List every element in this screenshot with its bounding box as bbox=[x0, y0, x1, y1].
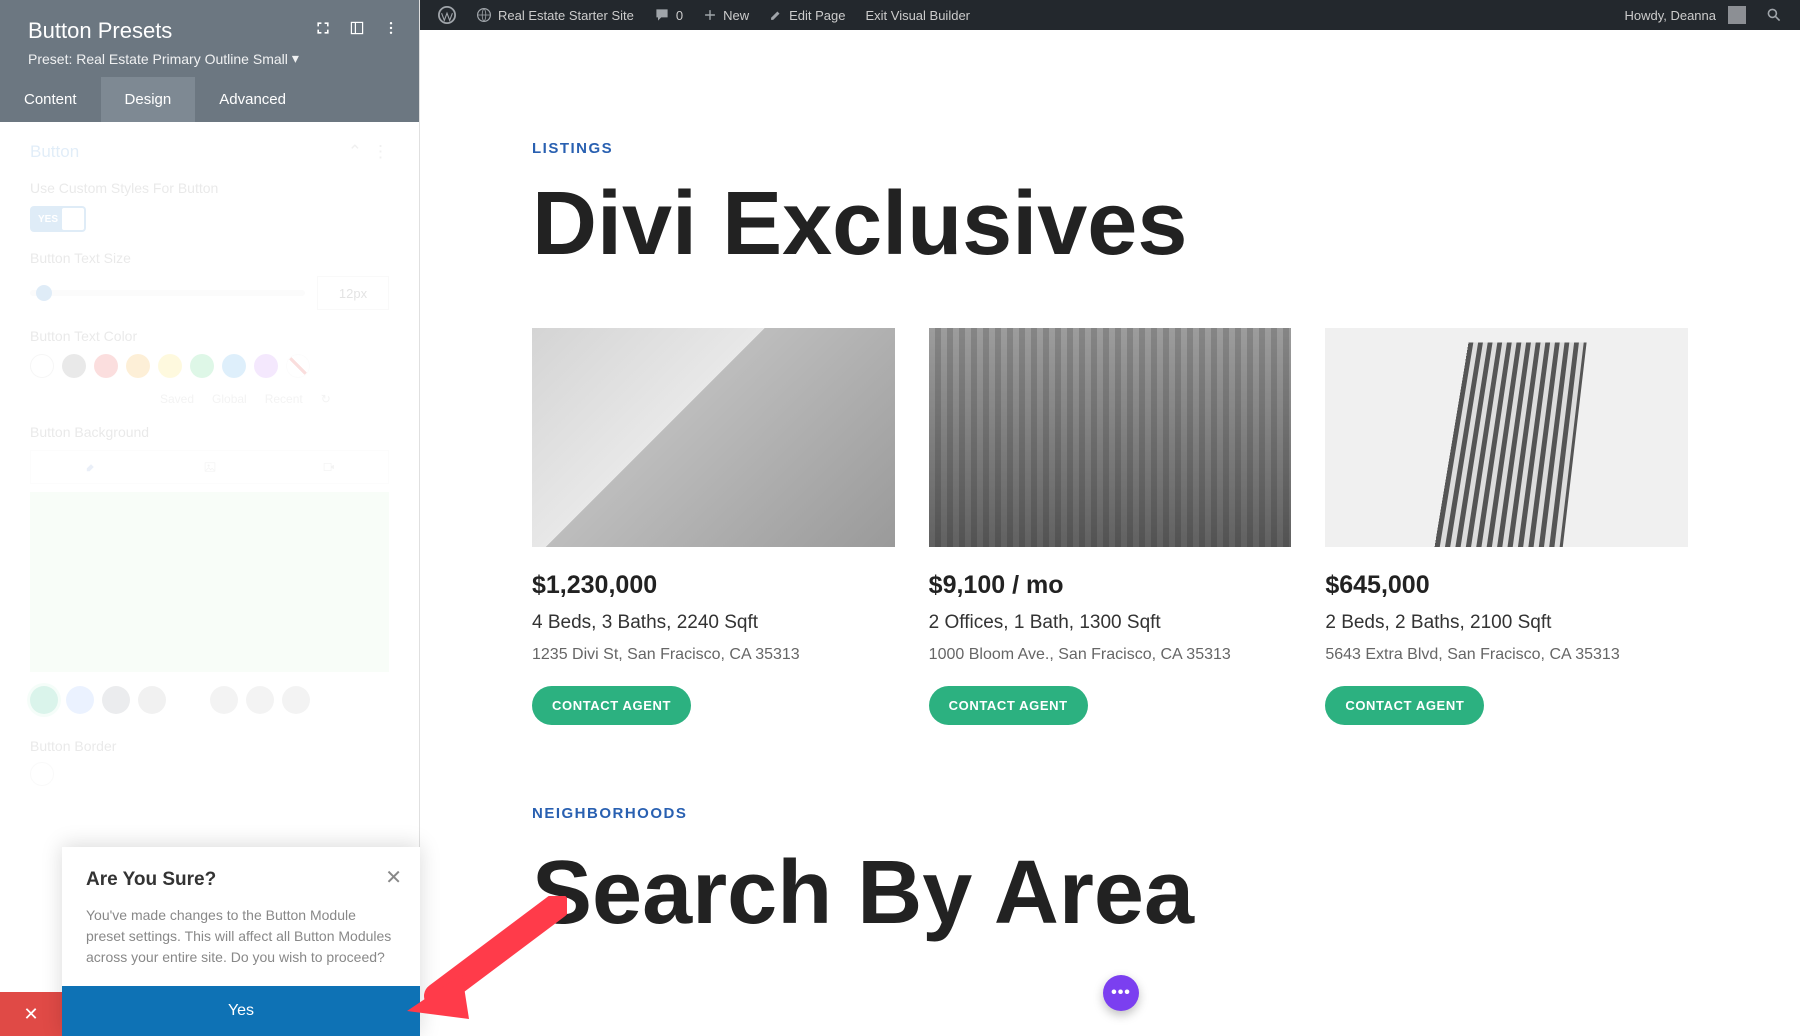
greeting-label: Howdy, Deanna bbox=[1624, 8, 1716, 23]
tab-content[interactable]: Content bbox=[0, 77, 101, 122]
modal-title: Are You Sure? bbox=[86, 869, 396, 891]
listing-meta: 2 Offices, 1 Bath, 1300 Sqft bbox=[929, 612, 1292, 634]
comments-count: 0 bbox=[676, 8, 683, 23]
eyebrow-listings: LISTINGS bbox=[532, 140, 1688, 157]
edit-page[interactable]: Edit Page bbox=[759, 0, 855, 30]
chevron-down-icon: ▾ bbox=[292, 50, 299, 67]
listing-image bbox=[532, 328, 895, 547]
sidebar-tabs: Content Design Advanced bbox=[0, 77, 419, 122]
listing-card: $1,230,000 4 Beds, 3 Baths, 2240 Sqft 12… bbox=[532, 328, 895, 725]
builder-fab[interactable]: ••• bbox=[1103, 975, 1139, 1011]
exit-label: Exit Visual Builder bbox=[865, 8, 970, 23]
cancel-strip[interactable]: ✕ bbox=[0, 992, 62, 1036]
listing-address: 5643 Extra Blvd, San Fracisco, CA 35313 bbox=[1325, 646, 1688, 664]
listing-price: $1,230,000 bbox=[532, 571, 895, 600]
listing-price: $9,100 / mo bbox=[929, 571, 1292, 600]
listing-meta: 2 Beds, 2 Baths, 2100 Sqft bbox=[1325, 612, 1688, 634]
headline-exclusives: Divi Exclusives bbox=[532, 177, 1688, 272]
confirm-modal: Are You Sure? ✕ You've made changes to t… bbox=[62, 847, 420, 1036]
sidebar-subtitle[interactable]: Preset: Real Estate Primary Outline Smal… bbox=[28, 50, 391, 67]
new-label: New bbox=[723, 8, 749, 23]
wp-logo[interactable] bbox=[428, 0, 466, 30]
eyebrow-neighborhoods: NEIGHBORHOODS bbox=[532, 805, 1688, 822]
focus-icon[interactable] bbox=[313, 18, 333, 38]
cards-row: $1,230,000 4 Beds, 3 Baths, 2240 Sqft 12… bbox=[532, 328, 1688, 725]
contact-agent-button[interactable]: CONTACT AGENT bbox=[929, 686, 1088, 725]
tab-design[interactable]: Design bbox=[101, 77, 196, 122]
headline-search: Search By Area bbox=[532, 842, 1688, 945]
wp-admin-bar: Real Estate Starter Site 0 New Edit Page… bbox=[420, 0, 1800, 30]
listing-image bbox=[1325, 328, 1688, 547]
modal-text: You've made changes to the Button Module… bbox=[86, 905, 396, 968]
listing-card: $645,000 2 Beds, 2 Baths, 2100 Sqft 5643… bbox=[1325, 328, 1688, 725]
listing-address: 1000 Bloom Ave., San Fracisco, CA 35313 bbox=[929, 646, 1292, 664]
avatar bbox=[1728, 6, 1746, 24]
comments-item[interactable]: 0 bbox=[644, 0, 693, 30]
listing-address: 1235 Divi St, San Fracisco, CA 35313 bbox=[532, 646, 895, 664]
listing-card: $9,100 / mo 2 Offices, 1 Bath, 1300 Sqft… bbox=[929, 328, 1292, 725]
site-name[interactable]: Real Estate Starter Site bbox=[466, 0, 644, 30]
sidebar-dim-overlay bbox=[0, 122, 419, 806]
search-icon[interactable] bbox=[1756, 7, 1792, 23]
listing-price: $645,000 bbox=[1325, 571, 1688, 600]
close-icon[interactable]: ✕ bbox=[385, 865, 402, 890]
more-icon[interactable] bbox=[381, 18, 401, 38]
sidebar-header: Button Presets Preset: Real Estate Prima… bbox=[0, 0, 419, 77]
howdy[interactable]: Howdy, Deanna bbox=[1614, 6, 1756, 24]
contact-agent-button[interactable]: CONTACT AGENT bbox=[532, 686, 691, 725]
edit-label: Edit Page bbox=[789, 8, 845, 23]
page-preview: LISTINGS Divi Exclusives $1,230,000 4 Be… bbox=[420, 30, 1800, 1036]
contact-agent-button[interactable]: CONTACT AGENT bbox=[1325, 686, 1484, 725]
sidebar-body: Button ⌃ ⋮ Use Custom Styles For Button … bbox=[0, 122, 419, 806]
confirm-yes-button[interactable]: Yes bbox=[62, 986, 420, 1036]
listing-image bbox=[929, 328, 1292, 547]
listing-meta: 4 Beds, 3 Baths, 2240 Sqft bbox=[532, 612, 895, 634]
site-name-label: Real Estate Starter Site bbox=[498, 8, 634, 23]
tab-advanced[interactable]: Advanced bbox=[195, 77, 310, 122]
exit-visual-builder[interactable]: Exit Visual Builder bbox=[855, 0, 980, 30]
panel-icon[interactable] bbox=[347, 18, 367, 38]
new-item[interactable]: New bbox=[693, 0, 759, 30]
